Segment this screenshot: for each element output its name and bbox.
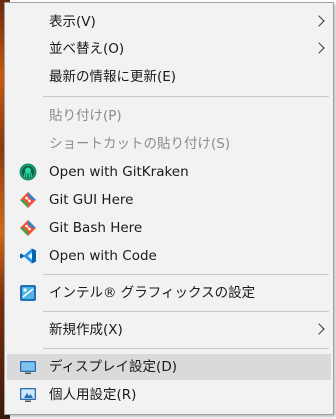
menu-item-label: Open with Code xyxy=(49,248,157,264)
context-menu: 表示(V) 並べ替え(O) 最新の情報に更新(E) 貼り付け(P) ショートカッ… xyxy=(4,2,334,415)
menu-separator xyxy=(43,348,329,349)
chevron-right-icon xyxy=(313,323,325,335)
menu-item-label: 貼り付け(P) xyxy=(49,108,122,124)
menu-item-label: ディスプレイ設定(D) xyxy=(49,359,177,375)
menu-item-sort-by[interactable]: 並べ替え(O) xyxy=(7,36,331,62)
vscode-icon xyxy=(20,248,36,264)
menu-item-label: ショートカットの貼り付け(S) xyxy=(49,136,231,152)
chevron-right-icon xyxy=(313,15,325,27)
menu-item-view[interactable]: 表示(V) xyxy=(7,9,331,35)
menu-separator xyxy=(43,311,329,312)
menu-item-label: Git GUI Here xyxy=(49,192,134,208)
menu-item-paste-shortcut: ショートカットの貼り付け(S) xyxy=(7,131,331,157)
menu-item-open-with-code[interactable]: Open with Code xyxy=(7,243,331,269)
monitor-icon xyxy=(20,361,36,374)
git-icon xyxy=(20,220,36,236)
menu-item-paste: 貼り付け(P) xyxy=(7,103,331,129)
gitkraken-icon xyxy=(19,163,37,181)
menu-separator xyxy=(43,274,329,275)
intel-graphics-icon xyxy=(20,285,36,301)
menu-separator xyxy=(43,96,329,97)
menu-item-label: Git Bash Here xyxy=(49,220,143,236)
chevron-right-icon xyxy=(313,42,325,54)
menu-item-label: 新規作成(X) xyxy=(49,322,123,338)
menu-item-label: 並べ替え(O) xyxy=(49,41,125,57)
menu-item-open-with-gitkraken[interactable]: Open with GitKraken xyxy=(7,159,331,185)
menu-item-label: 最新の情報に更新(E) xyxy=(49,69,177,85)
menu-item-refresh[interactable]: 最新の情報に更新(E) xyxy=(7,64,331,90)
personalize-icon xyxy=(20,388,36,402)
menu-item-label: 個人用設定(R) xyxy=(49,387,137,403)
menu-item-intel-graphics-settings[interactable]: インテル® グラフィックスの設定 xyxy=(7,280,331,306)
menu-item-git-gui-here[interactable]: Git GUI Here xyxy=(7,187,331,213)
menu-item-label: Open with GitKraken xyxy=(49,164,189,180)
menu-item-label: 表示(V) xyxy=(49,14,96,30)
menu-item-label: インテル® グラフィックスの設定 xyxy=(49,285,256,301)
menu-item-display-settings[interactable]: ディスプレイ設定(D) xyxy=(7,354,331,380)
menu-item-new[interactable]: 新規作成(X) xyxy=(7,317,331,343)
git-icon xyxy=(20,192,36,208)
menu-item-git-bash-here[interactable]: Git Bash Here xyxy=(7,215,331,241)
menu-item-personalize[interactable]: 個人用設定(R) xyxy=(7,382,331,408)
